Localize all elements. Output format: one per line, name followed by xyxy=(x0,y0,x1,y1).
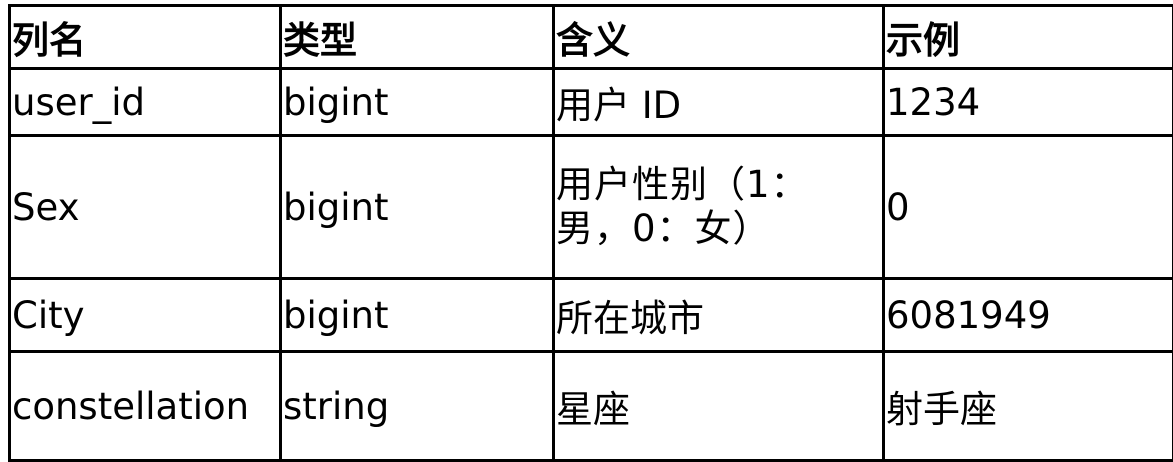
header-type: 类型 xyxy=(279,4,555,70)
cell-example: 6081949 xyxy=(882,277,1173,353)
cell-column-name: Sex xyxy=(8,134,282,280)
header-row: 列名 类型 含义 示例 xyxy=(8,4,1173,70)
header-meaning: 含义 xyxy=(552,4,885,70)
table-row: constellation string 星座 射手座 xyxy=(8,350,1173,462)
cell-meaning: 所在城市 xyxy=(552,277,885,353)
table-body: user_id bigint 用户 ID 1234 Sex bigint 用户性… xyxy=(8,67,1173,462)
cell-example: 0 xyxy=(882,134,1173,280)
cell-example: 射手座 xyxy=(882,350,1173,462)
table-row: user_id bigint 用户 ID 1234 xyxy=(8,67,1173,137)
schema-table: 列名 类型 含义 示例 user_id bigint 用户 ID 1234 Se… xyxy=(8,4,1173,462)
table-header: 列名 类型 含义 示例 xyxy=(8,4,1173,70)
table-row: City bigint 所在城市 6081949 xyxy=(8,277,1173,353)
table-row: Sex bigint 用户性别（1：男，0：女） 0 xyxy=(8,134,1173,280)
header-column-name: 列名 xyxy=(8,4,282,70)
header-example: 示例 xyxy=(882,4,1173,70)
cell-meaning: 用户性别（1：男，0：女） xyxy=(552,134,885,280)
cell-type: bigint xyxy=(279,277,555,353)
cell-example: 1234 xyxy=(882,67,1173,137)
cell-type: bigint xyxy=(279,134,555,280)
cell-meaning: 星座 xyxy=(552,350,885,462)
cell-meaning: 用户 ID xyxy=(552,67,885,137)
cell-column-name: user_id xyxy=(8,67,282,137)
cell-column-name: constellation xyxy=(8,350,282,462)
cell-type: string xyxy=(279,350,555,462)
cell-column-name: City xyxy=(8,277,282,353)
cell-type: bigint xyxy=(279,67,555,137)
